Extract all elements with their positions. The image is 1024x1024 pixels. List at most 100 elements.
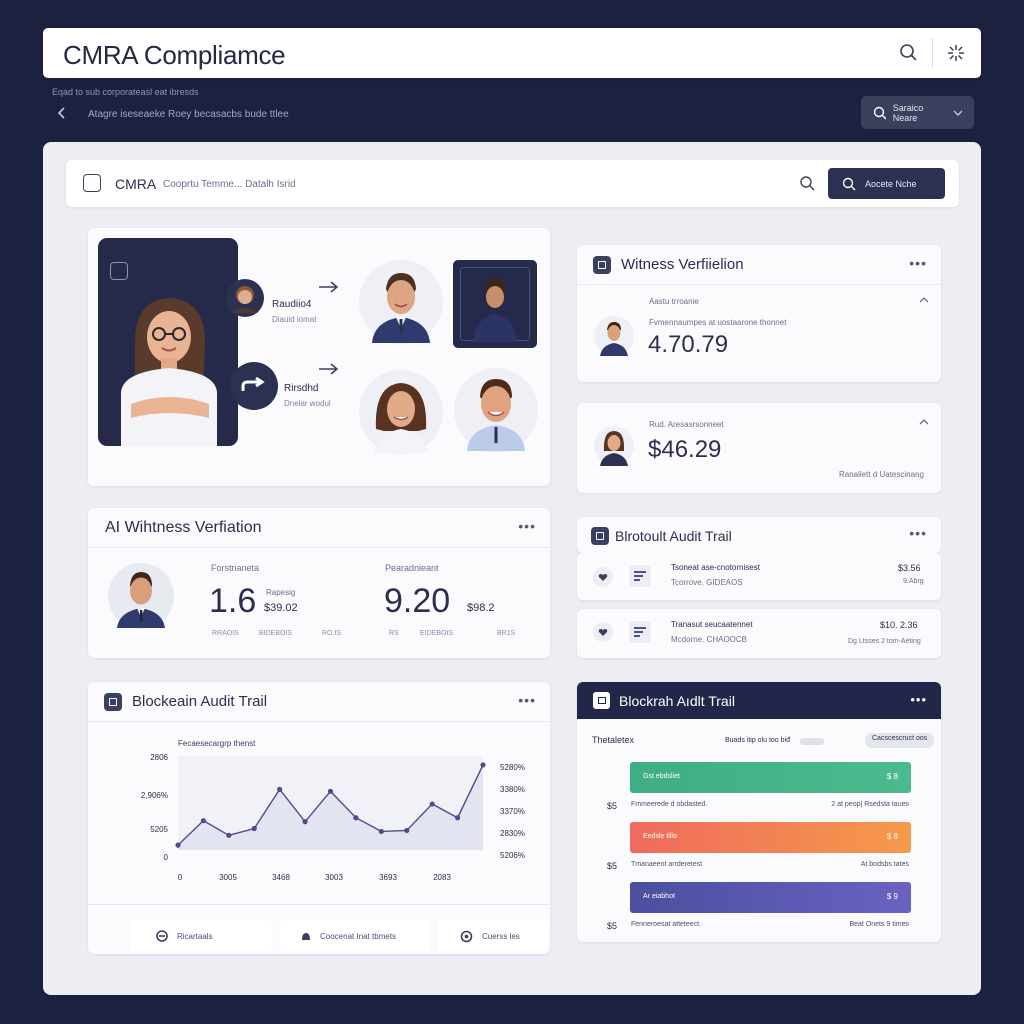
line-chart: Fecaesecargrp thenst 2806 2,906% 5205 0 5280%… bbox=[141, 739, 525, 882]
data-point bbox=[251, 825, 257, 832]
document-icon bbox=[83, 174, 101, 192]
witness-verification-card: Witness Verfiielion ••• Aastu trroanie F… bbox=[577, 245, 941, 382]
audit-item-amount: $10. 2.36 bbox=[880, 620, 918, 630]
y-tick-label-right: 5280% bbox=[500, 763, 525, 772]
chart-title: Fecaesecargrp thenst bbox=[178, 739, 256, 748]
y-tick-label-right: 3370% bbox=[500, 807, 525, 816]
search-icon[interactable] bbox=[899, 43, 919, 63]
more-options-icon[interactable]: ••• bbox=[910, 692, 927, 707]
data-point bbox=[226, 832, 232, 838]
service-dropdown[interactable]: Saraico Neare bbox=[861, 96, 974, 129]
inner-subtitle: Cooprtu Temme... Datalh Isrid bbox=[163, 179, 296, 190]
forward-button[interactable] bbox=[230, 362, 278, 410]
y-tick-label-right: 3380% bbox=[500, 785, 525, 794]
chevron-up-icon[interactable] bbox=[919, 418, 929, 426]
flow-step-sub: Dnelar wodul bbox=[284, 399, 331, 408]
heart-icon bbox=[593, 622, 613, 642]
back-icon[interactable] bbox=[55, 106, 69, 120]
ledger-icon bbox=[629, 621, 651, 643]
audit-item-sub: Mcdorne. CHAOOCB bbox=[671, 635, 748, 644]
legend-button-label: Ricartaals bbox=[177, 931, 213, 941]
audit-item[interactable]: Tranasut seucaatennet Mcdorne. CHAOOCB $… bbox=[577, 609, 941, 658]
row-meta: Tmanaeent arrderetest bbox=[631, 861, 703, 868]
legend-button-label: Cuerss les bbox=[482, 931, 520, 941]
bar-label: Ar eiabhot bbox=[643, 893, 675, 900]
card-title: Witness Verfiielion bbox=[621, 256, 744, 273]
more-options-icon[interactable]: ••• bbox=[518, 692, 536, 708]
person-avatar bbox=[359, 370, 443, 454]
bar-label: Eedsle tillo bbox=[643, 833, 677, 840]
document-icon bbox=[593, 255, 611, 274]
card-header: Blockrah Aıdlt Trail ••• bbox=[577, 682, 941, 719]
metric-foot: RRAOIS bbox=[212, 630, 239, 637]
chevron-up-icon[interactable] bbox=[919, 296, 929, 304]
legend-button-accounts[interactable]: Ricartaals bbox=[130, 920, 272, 952]
metric-value: 9.20 bbox=[384, 582, 451, 620]
tablet-icon bbox=[110, 262, 128, 280]
metric-footnote: Ranaliett d Uatescinang bbox=[839, 470, 924, 479]
row-amount: $5 bbox=[607, 801, 618, 811]
data-point bbox=[378, 828, 384, 835]
search-button[interactable]: Aocete Nche bbox=[828, 168, 945, 199]
person-avatar bbox=[473, 278, 517, 342]
metric-sub-value: $39.02 bbox=[264, 602, 298, 614]
legend-button-label: Coocenat Inat tbmets bbox=[320, 931, 397, 941]
audit-item-sub: Tcorrove. GIDEAOS bbox=[671, 578, 743, 587]
arrow-right-icon bbox=[319, 281, 339, 293]
progress-bar[interactable]: Ar eiabhot $ 9 bbox=[630, 882, 911, 913]
bar-value: $ 8 bbox=[886, 772, 898, 781]
divider bbox=[932, 38, 933, 68]
document-icon bbox=[593, 692, 610, 709]
chevron-down-icon bbox=[953, 110, 962, 116]
circle-icon bbox=[460, 930, 473, 942]
row-meta: 2 at peop| Rsedsta taues bbox=[831, 801, 909, 808]
video-tile bbox=[453, 260, 537, 348]
search-icon[interactable] bbox=[799, 175, 816, 197]
chart-footer bbox=[88, 904, 550, 905]
progress-bar[interactable]: Gst ebdsliet $ 8 bbox=[630, 762, 911, 793]
person-avatar bbox=[359, 260, 443, 344]
flow-step-sub: Diauid iomat bbox=[272, 315, 317, 324]
more-options-icon[interactable]: ••• bbox=[518, 518, 536, 534]
person-avatar bbox=[121, 298, 217, 446]
person-avatar bbox=[226, 279, 264, 317]
row-meta: At bodsbs tates bbox=[860, 861, 909, 868]
person-avatar bbox=[454, 368, 538, 452]
audit-item[interactable]: Tsoneat ase-cnotornisest Tcorrove. GIDEA… bbox=[577, 553, 941, 600]
tablet-device bbox=[98, 238, 238, 446]
metric-value: 4.70.79 bbox=[648, 331, 729, 358]
person-avatar bbox=[594, 426, 634, 466]
metric-label: Pearadnieant bbox=[385, 563, 439, 573]
data-point bbox=[327, 788, 334, 794]
card-title: AI Wihtness Verfiation bbox=[105, 518, 262, 536]
breadcrumb: Eqad to sub corporateasl eat ibresds bbox=[52, 87, 199, 97]
inner-header: CMRA Cooprtu Temme... Datalh Isrid Aocet… bbox=[66, 160, 959, 207]
audit-bars-card: Blockrah Aıdlt Trail ••• Thetaletex Buad… bbox=[577, 682, 941, 942]
card-title: Blockeain Audit Trail bbox=[132, 693, 268, 710]
status-badge[interactable]: Cacscescruct oos bbox=[865, 733, 935, 748]
audit-trail-summary-card: Blrotoult Audit Trail ••• bbox=[577, 517, 941, 553]
metric-label: Rud. Aresasrsonneet bbox=[649, 420, 724, 429]
metric-foot: RO.IS bbox=[322, 630, 342, 637]
metric-foot: EIDEBOIS bbox=[420, 630, 454, 637]
legend-button-cues[interactable]: Cuerss les bbox=[438, 920, 548, 952]
metric-foot: BR1S bbox=[497, 630, 516, 637]
y-tick-label: 5205 bbox=[150, 825, 168, 834]
ledger-icon bbox=[629, 565, 651, 587]
y-tick-label: 2806 bbox=[150, 753, 168, 762]
inner-title: CMRA bbox=[115, 176, 157, 192]
x-tick-label: 3693 bbox=[379, 873, 397, 882]
progress-bar[interactable]: Eedsle tillo $ 8 bbox=[630, 822, 911, 853]
document-icon bbox=[104, 692, 122, 711]
search-button-label: Aocete Nche bbox=[865, 178, 917, 189]
x-tick-label: 2083 bbox=[433, 873, 451, 882]
metric-value: 1.6 bbox=[209, 582, 257, 620]
legend-button-events[interactable]: Coocenat Inat tbmets bbox=[280, 920, 430, 952]
audit-item-note: Dg Ltsses 2 tom-Aeting bbox=[848, 638, 921, 645]
heart-icon bbox=[593, 567, 613, 587]
metric-sub-label: Rapesig bbox=[266, 588, 296, 597]
more-options-icon[interactable]: ••• bbox=[909, 255, 927, 271]
settings-icon[interactable] bbox=[946, 43, 966, 63]
row-amount: $5 bbox=[607, 921, 618, 931]
more-options-icon[interactable]: ••• bbox=[909, 525, 927, 541]
